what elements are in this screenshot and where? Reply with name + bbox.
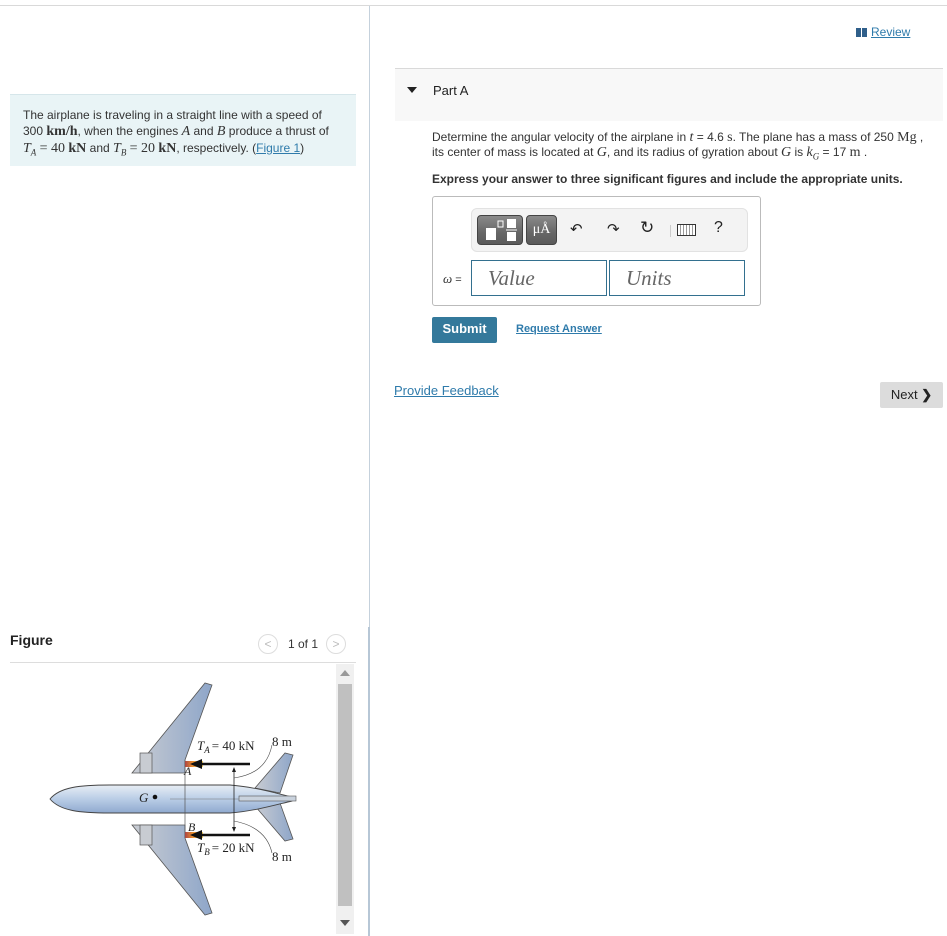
upper-stabilizer	[254, 752, 294, 794]
label-dist-bottom: 8 m	[272, 849, 292, 864]
part-a-header[interactable]: Part A	[395, 68, 943, 121]
g-symbol: G	[596, 145, 607, 160]
label-tb: TB = 20 kN	[197, 840, 255, 857]
next-figure-button[interactable]: >	[326, 634, 347, 654]
problem-text: and	[89, 141, 110, 155]
submit-button[interactable]: Submit	[432, 317, 497, 343]
omega-symbol: ω	[443, 271, 453, 286]
figure-scrollbar[interactable]	[336, 664, 354, 934]
figure-page-indicator: 1 of 1	[288, 637, 319, 651]
help-icon[interactable]: ?	[714, 219, 723, 237]
review-label: Review	[871, 25, 911, 39]
prev-figure-button[interactable]: <	[258, 634, 278, 654]
problem-text: and	[193, 124, 214, 138]
question-part: its center of mass is located at	[432, 145, 594, 159]
question-part: Determine the angular velocity of the ai…	[432, 130, 687, 144]
k-value: = 17	[822, 145, 847, 159]
provide-feedback-link[interactable]: Provide Feedback	[394, 383, 499, 398]
problem-text: , respectively. (	[176, 141, 257, 155]
figure-divider	[10, 662, 356, 663]
g-symbol: G	[781, 145, 792, 160]
question-part: , and its radius of gyration about	[606, 145, 778, 159]
redo-icon[interactable]: ↷	[607, 220, 620, 238]
math-toolbar: μÅ ↶ ↷ ↻ ?	[471, 208, 748, 252]
toolbar-separator	[670, 225, 671, 237]
problem-text: )	[300, 141, 305, 155]
tail-cone	[238, 795, 297, 802]
reset-icon[interactable]: ↻	[640, 218, 654, 238]
equals-sign: =	[452, 274, 462, 286]
chevron-right-icon: ❯	[921, 387, 933, 402]
problem-statement: The airplane is traveling in a straight …	[10, 94, 356, 166]
part-title: Part A	[433, 83, 469, 98]
scroll-up-arrow-icon[interactable]	[340, 670, 350, 676]
airplane-diagram: G A B TA = 40 kN TB = 20 kN 8 m 8 m	[49, 682, 297, 916]
collapse-triangle-icon[interactable]	[407, 87, 417, 93]
request-answer-link[interactable]: Request Answer	[516, 323, 602, 335]
label-a: A	[183, 764, 192, 778]
undo-icon[interactable]: ↶	[570, 220, 583, 238]
units-button[interactable]: μÅ	[526, 215, 557, 245]
k-subscript: G	[812, 151, 820, 162]
thrust-a-value: = 40	[39, 141, 66, 156]
problem-text: produce a thrust of	[228, 124, 329, 138]
label-ta: TA = 40 kN	[197, 738, 255, 755]
figure-link[interactable]: Figure 1	[256, 141, 300, 155]
speed-value: 300	[23, 124, 44, 138]
question-part: is	[794, 145, 804, 159]
scrollbar-thumb[interactable]	[338, 684, 352, 906]
panel-resize-handle[interactable]	[368, 627, 370, 936]
figure-title: Figure	[10, 632, 53, 648]
units-input[interactable]: Units	[609, 260, 745, 296]
question-part: . The plane has a mass of 250	[732, 130, 894, 144]
problem-text: The airplane is traveling in a straight …	[23, 108, 322, 122]
instruction-text: Express your answer to three significant…	[432, 172, 903, 186]
templates-icon	[486, 219, 517, 241]
engine-b-nacelle	[139, 824, 153, 846]
k-unit: m	[849, 145, 861, 160]
figure-pager: < 1 of 1 >	[258, 633, 347, 655]
thrust-b-value: = 20	[129, 141, 156, 156]
engine-a-symbol: A	[181, 124, 191, 139]
center-of-mass-point	[152, 794, 158, 800]
problem-text: , when the engines	[77, 124, 179, 138]
airplane-figure: G A B TA = 40 kN TB = 20 kN 8 m 8 m	[40, 675, 330, 930]
thrust-b-symbol: T	[113, 141, 121, 156]
chevron-right-icon: >	[332, 637, 340, 651]
mass-unit: Mg	[897, 130, 917, 145]
keyboard-icon[interactable]	[677, 224, 696, 236]
engine-a-nacelle	[139, 752, 153, 774]
time-value: = 4.6	[696, 130, 724, 144]
review-link[interactable]: Review	[856, 25, 910, 39]
answer-box: μÅ ↶ ↷ ↻ ? ω = Value Units	[432, 196, 761, 306]
time-symbol: t	[689, 130, 694, 145]
question-part: .	[863, 145, 868, 159]
label-dist-top: 8 m	[272, 734, 292, 749]
thrust-a-symbol: T	[23, 141, 31, 156]
next-label: Next	[890, 387, 918, 402]
engine-b-symbol: B	[216, 124, 226, 139]
chevron-left-icon: <	[264, 637, 272, 651]
answer-label: ω =	[443, 271, 462, 287]
book-icon	[856, 27, 867, 37]
scroll-down-arrow-icon[interactable]	[340, 920, 350, 926]
question-text: Determine the angular velocity of the ai…	[432, 130, 944, 164]
thrust-b-subscript: B	[120, 147, 127, 158]
templates-button[interactable]	[477, 215, 523, 245]
value-input[interactable]: Value	[471, 260, 607, 296]
thrust-a-unit: kN	[68, 141, 87, 156]
thrust-a-subscript: A	[30, 147, 37, 158]
label-b: B	[188, 820, 196, 834]
question-part: ,	[919, 130, 924, 144]
label-g: G	[139, 790, 149, 805]
thrust-b-unit: kN	[158, 141, 177, 156]
top-border	[0, 5, 947, 6]
speed-unit: km/h	[46, 124, 78, 139]
next-button[interactable]: Next ❯	[880, 382, 943, 408]
